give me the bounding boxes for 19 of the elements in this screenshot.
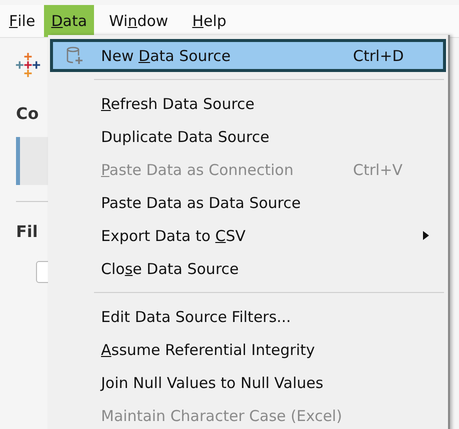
menu-item[interactable]: Export Data to CSV [50, 219, 446, 252]
menu-title[interactable]: File [2, 5, 42, 37]
menu-item[interactable]: Assume Referential Integrity [50, 333, 446, 366]
menu-item[interactable]: Paste Data as Data Source [50, 186, 446, 219]
shortcut-label: Ctrl+D [353, 46, 404, 64]
menu-item[interactable]: Duplicate Data Source [50, 120, 446, 153]
database-add-icon [66, 46, 84, 66]
menu-title[interactable]: Data [44, 5, 94, 37]
menu-item[interactable]: Refresh Data Source [50, 87, 446, 120]
shortcut-label: Ctrl+V [353, 160, 403, 178]
menu-item[interactable]: Close Data Source [50, 252, 446, 285]
menu-item[interactable]: New Data Source Ctrl+D [50, 39, 446, 72]
menu-title[interactable]: Help [185, 5, 234, 37]
section-heading: Fil [16, 222, 38, 241]
section-heading: Co [16, 104, 39, 123]
tableau-logo-icon [15, 52, 41, 78]
menu-title[interactable]: Window [102, 5, 176, 37]
menu-item[interactable]: Edit Data Source Filters... [50, 300, 446, 333]
menu-item[interactable]: Join Null Values to Null Values [50, 366, 446, 399]
